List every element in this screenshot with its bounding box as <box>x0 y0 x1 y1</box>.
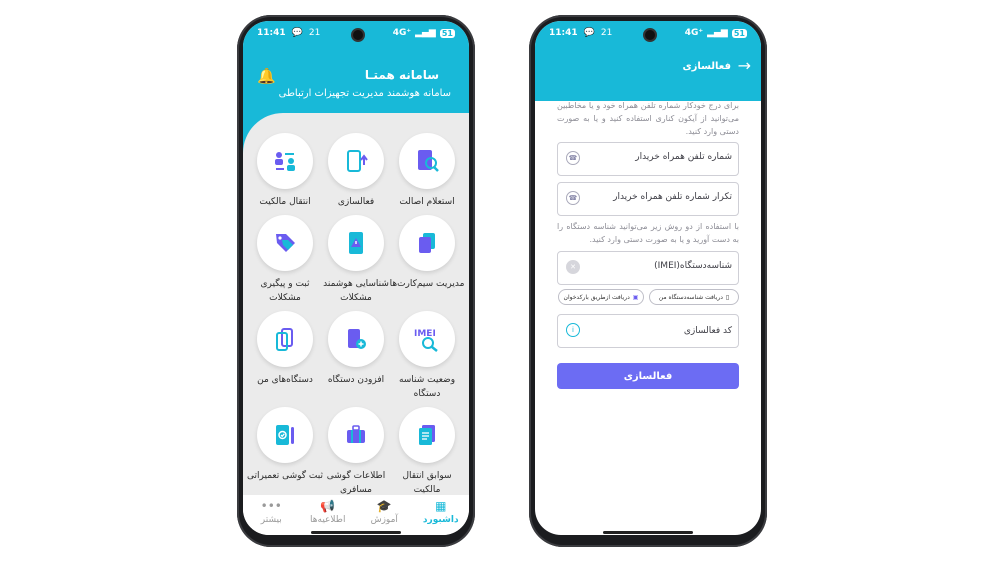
tab-education[interactable]: 🎓 آموزش <box>356 495 413 535</box>
svg-text:IMEI: IMEI <box>414 329 436 339</box>
imei-field[interactable]: ✕ شناسه‌دستگاه(IMEI) <box>557 251 739 285</box>
info-icon[interactable]: i <box>566 323 580 337</box>
chip-label: دریافت از‌طریق بارکدخوان <box>563 293 630 301</box>
tile-repair-phone[interactable]: ثبت گوشی تعمیراتی <box>247 407 323 483</box>
barcode-icon: ▣ <box>632 293 639 301</box>
tile-label: استعلام اصالت <box>399 197 455 207</box>
add-device-icon <box>348 329 366 349</box>
page-title: فعالسازی <box>682 61 731 72</box>
contacts-icon[interactable]: ☎ <box>566 191 580 205</box>
gesture-bar <box>311 531 401 534</box>
phone-icon: ▯ <box>725 293 730 301</box>
notif-count: 21 <box>600 28 613 38</box>
signal-icon: ▂▄▆ <box>707 28 728 38</box>
imei-search-icon: IMEI <box>414 329 438 352</box>
camera-hole <box>643 28 657 42</box>
tag-icon <box>276 234 295 252</box>
tile-authenticity-check[interactable]: استعلام اصالت <box>389 133 465 209</box>
megaphone-icon: 📢 <box>320 499 336 513</box>
tab-label: آموزش <box>370 515 398 525</box>
tab-dashboard[interactable]: ▦ داشبورد <box>413 495 470 535</box>
bell-icon[interactable]: 🔔 <box>257 67 276 85</box>
bottom-tab-bar: ▦ داشبورد 🎓 آموزش 📢 اطلاعیه‌ها ••• بیشتر <box>243 495 469 535</box>
tab-more[interactable]: ••• بیشتر <box>243 495 300 535</box>
app-title: سامانه همتـا <box>364 68 439 82</box>
status-time: 11:41 <box>549 28 578 38</box>
network-label: 4G⁺ <box>684 28 704 38</box>
notif-count: 21 <box>308 28 321 38</box>
tile-ownership-transfer[interactable]: انتقال مالکیت <box>247 133 323 209</box>
luggage-icon <box>347 425 365 443</box>
grid-icon: ▦ <box>435 499 447 513</box>
sim-cards-icon <box>419 233 435 253</box>
tile-activation[interactable]: فعالسازی <box>318 133 394 209</box>
tab-label: داشبورد <box>422 515 459 525</box>
buyer-phone-field[interactable]: ☎ شماره تلفن همراه خریدار <box>557 142 739 176</box>
tile-smart-diagnosis[interactable]: شناسایی هوشمند مشکلات <box>318 215 394 305</box>
tile-add-device[interactable]: افزودن دستگاه <box>318 311 394 387</box>
phone-search-icon <box>418 150 439 172</box>
tile-label: سوابق انتقال مالکیت <box>402 471 452 495</box>
tab-label: بیشتر <box>260 515 282 525</box>
right-phone-frame: 11:41 💬 21 4G⁺ ▂▄▆ 51 فعالسازی → برای در… <box>529 15 767 547</box>
status-time: 11:41 <box>257 28 286 38</box>
my-devices-icon <box>276 328 293 351</box>
gesture-bar <box>603 531 693 534</box>
chat-icon: 💬 <box>583 28 595 38</box>
tile-label: اطلاعات گوشی مسافری <box>326 471 386 495</box>
more-dots-icon: ••• <box>260 499 282 513</box>
tab-announcements[interactable]: 📢 اطلاعیه‌ها <box>300 495 357 535</box>
tile-imei-status[interactable]: IMEI وضعیت شناسه دستگاه <box>389 311 465 401</box>
graduation-cap-icon: 🎓 <box>376 499 392 513</box>
barcode-scan-chip[interactable]: ▣ دریافت از‌طریق بارکدخوان <box>558 289 644 305</box>
activation-screen: 11:41 💬 21 4G⁺ ▂▄▆ 51 فعالسازی → برای در… <box>535 21 761 535</box>
clear-icon[interactable]: ✕ <box>566 260 580 274</box>
buyer-phone-repeat-field[interactable]: ☎ تکرار شماره تلفن همراه خریدار <box>557 182 739 216</box>
field-label: تکرار شماره تلفن همراه خریدار <box>613 192 732 202</box>
tile-sim-management[interactable]: مدیریت سیم‌کارت‌ها <box>389 215 465 291</box>
tile-label: ثبت گوشی تعمیراتی <box>247 471 323 481</box>
tile-label: انتقال مالکیت <box>259 197 311 207</box>
chip-label: دریافت شناسه‌دستگاه من <box>658 293 723 301</box>
dashboard-grid: استعلام اصالت فعالسازی انتقال مالکیت مدی… <box>243 113 469 495</box>
phone-activate-icon <box>347 150 368 172</box>
repair-phone-icon <box>276 425 294 445</box>
activation-header: 11:41 💬 21 4G⁺ ▂▄▆ 51 فعالسازی → <box>535 21 761 101</box>
get-my-imei-chip[interactable]: ▯ دریافت شناسه‌دستگاه من <box>649 289 739 305</box>
tile-label: فعالسازی <box>337 197 375 207</box>
left-phone-frame: 11:41 💬 21 4G⁺ ▂▄▆ 51 🔔 سامانه همتـا سام… <box>237 15 475 547</box>
battery-icon: 51 <box>731 28 747 38</box>
tile-report-issues[interactable]: ثبت و پیگیری مشکلات <box>247 215 323 305</box>
dashboard-screen: 11:41 💬 21 4G⁺ ▂▄▆ 51 🔔 سامانه همتـا سام… <box>243 21 469 535</box>
field-label: شماره تلفن همراه خریدار <box>635 152 732 162</box>
tab-label: اطلاعیه‌ها <box>310 515 346 525</box>
tile-label: دستگاه‌های من <box>257 375 313 385</box>
activation-code-field[interactable]: i کد فعالسازی <box>557 314 739 348</box>
tile-label: وضعیت شناسه دستگاه <box>398 375 456 399</box>
tile-my-devices[interactable]: دستگاه‌های من <box>247 311 323 387</box>
tile-label: شناسایی هوشمند مشکلات <box>323 279 389 303</box>
ownership-transfer-icon <box>275 152 295 171</box>
chat-icon: 💬 <box>291 28 303 38</box>
field-label: کد فعالسازی <box>683 326 732 336</box>
activate-button[interactable]: فعالسازی <box>557 363 739 389</box>
imei-help-text: با استفاده از دو روش زیر می‌توانید شناسه… <box>557 222 739 244</box>
contacts-icon[interactable]: ☎ <box>566 151 580 165</box>
tile-traveler-phone[interactable]: اطلاعات گوشی مسافری <box>318 407 394 497</box>
battery-icon: 51 <box>439 28 455 38</box>
phone-alert-icon <box>349 232 363 254</box>
network-label: 4G⁺ <box>392 28 412 38</box>
tile-label: مدیریت سیم‌کارت‌ها <box>389 279 465 289</box>
back-arrow-icon[interactable]: → <box>738 56 751 75</box>
camera-hole <box>351 28 365 42</box>
documents-icon <box>419 425 435 445</box>
tile-transfer-history[interactable]: سوابق انتقال مالکیت <box>389 407 465 497</box>
signal-icon: ▂▄▆ <box>415 28 436 38</box>
tile-label: افزودن دستگاه <box>327 375 385 385</box>
tile-label: ثبت و پیگیری مشکلات <box>260 279 310 303</box>
app-subtitle: سامانه هوشمند مدیریت تجهیزات ارتباطی <box>278 88 451 99</box>
phone-help-text: برای درج خودکار شماره تلفن همراه خود و ی… <box>557 101 739 136</box>
field-label: شناسه‌دستگاه(IMEI) <box>654 261 732 271</box>
